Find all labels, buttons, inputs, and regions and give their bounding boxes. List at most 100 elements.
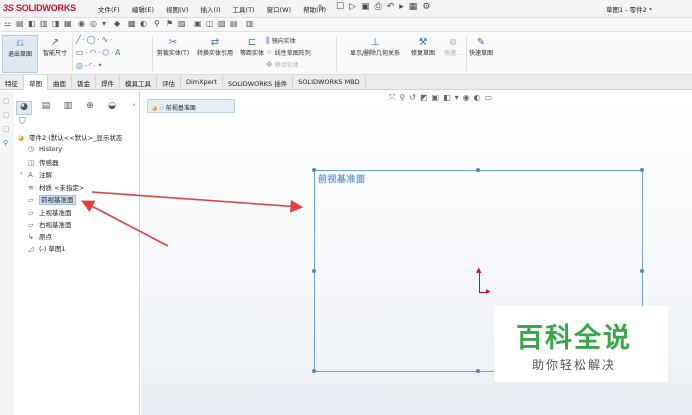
feature-tree-tab-icon[interactable]: ◕ xyxy=(16,101,32,115)
select-icon[interactable]: ▸ xyxy=(399,2,404,12)
filter-icon[interactable]: ⛉ xyxy=(19,117,26,127)
convert-entities-button[interactable]: ⇄ 转换实体引用 xyxy=(192,37,238,57)
view-orientation-icon[interactable]: ▣ xyxy=(432,93,440,103)
tab-features[interactable]: 特征 xyxy=(0,75,24,90)
toolbar-icon-15[interactable]: ▨ xyxy=(178,19,186,28)
plane-handle[interactable] xyxy=(312,369,316,373)
tree-item-sketch1[interactable]: ◿ (-) 草图1 xyxy=(28,243,66,253)
strip-icon-1[interactable]: ▢ xyxy=(3,97,10,105)
tab-surfaces[interactable]: 曲面 xyxy=(48,75,72,90)
tab-sheet-metal[interactable]: 钣金 xyxy=(72,75,96,90)
sketch-line-icon[interactable]: ⚍ xyxy=(4,19,11,28)
strip-icon-3[interactable]: ▢ xyxy=(3,125,10,133)
tab-mbd[interactable]: SOLIDWORKS MBD xyxy=(293,75,366,90)
smart-dimension-button[interactable]: ↗ 智能尺寸 xyxy=(40,37,70,57)
tab-weldments[interactable]: 焊件 xyxy=(96,75,120,90)
plane-handle[interactable] xyxy=(476,369,480,373)
graphics-area[interactable]: ◕ ▱ 前视基准面 ⤧ ⚲ ↺ ◩ ▣ ◧ ▾ ◉ ◐ ▭ 前视基准面 ▲ ▶ 百科… xyxy=(141,91,692,415)
toolbar-icon-11[interactable]: ▩ xyxy=(128,19,136,28)
menu-help[interactable]: 帮助(H) xyxy=(297,4,332,14)
appearance-tab-icon[interactable]: ◒ xyxy=(104,101,120,115)
breadcrumb[interactable]: ◕ ▱ 前视基准面 xyxy=(147,99,235,113)
previous-view-icon[interactable]: ↺ xyxy=(409,93,416,103)
tree-item-history[interactable]: ◷ History xyxy=(28,145,62,153)
save-icon[interactable]: ▣ xyxy=(361,2,370,12)
menu-view[interactable]: 视图(V) xyxy=(160,4,195,14)
toolbar-icon-4[interactable]: ▥ xyxy=(40,19,48,28)
display-style-icon[interactable]: ◧ xyxy=(443,93,451,103)
linear-pattern-button[interactable]: ⁘ 线性草图阵列 xyxy=(266,48,311,57)
section-view-icon[interactable]: ◩ xyxy=(420,93,428,103)
toolbar-icon-19[interactable]: ▤ xyxy=(230,19,238,28)
options-gear-icon[interactable]: ⚙ xyxy=(422,2,430,12)
tree-item-annotations[interactable]: A 注解 xyxy=(28,169,52,179)
move-entities-button[interactable]: ✥ 移动实体 xyxy=(266,60,299,69)
menu-edit[interactable]: 编辑(E) xyxy=(126,4,160,14)
toolbar-icon-16[interactable]: ▣ xyxy=(194,19,202,28)
display-relations-button[interactable]: ⊥ 显示/删除几何关系 xyxy=(342,37,408,57)
configuration-tab-icon[interactable]: ▥ xyxy=(60,101,76,115)
tab-mold-tools[interactable]: 模具工具 xyxy=(120,75,157,90)
tab-evaluate[interactable]: 评估 xyxy=(157,75,181,90)
plane-handle[interactable] xyxy=(640,269,644,273)
toolbar-icon-18[interactable]: ▧ xyxy=(218,19,226,28)
menu-tools[interactable]: 工具(T) xyxy=(227,4,261,14)
toolbar-icon-7[interactable]: ◉ xyxy=(78,19,85,28)
rapid-sketch-button[interactable]: ✎ 快速草图 xyxy=(468,37,494,57)
pin-icon[interactable]: ✎ xyxy=(318,3,325,12)
view-settings-icon[interactable]: ▭ xyxy=(485,93,493,103)
mirror-entities-button[interactable]: ⫼ 镜向实体 xyxy=(266,36,296,46)
tree-item-front-plane[interactable]: ▱ 前视基准面 xyxy=(28,194,76,205)
rect-tool-row[interactable]: ▭ · ◠ · ⬡ · A xyxy=(76,48,123,57)
tree-item-origin[interactable]: ↳ 原点 xyxy=(28,231,52,241)
toolbar-icon-8[interactable]: ◎ xyxy=(90,19,97,28)
toolbar-icon-5[interactable]: ◨ xyxy=(52,19,60,28)
offset-entities-button[interactable]: ⊏ 等距实体 xyxy=(240,37,264,57)
slot-tool-row[interactable]: ◎ · ◜ · • xyxy=(76,61,104,70)
property-manager-tab-icon[interactable]: ▤ xyxy=(38,101,54,115)
tree-item-material[interactable]: ≋ 材质 <未指定> xyxy=(28,182,84,192)
trim-entities-button[interactable]: ✂ 剪裁实体(T) xyxy=(156,37,190,57)
plane-handle[interactable] xyxy=(640,168,644,172)
toolbar-icon-3[interactable]: ◧ xyxy=(28,19,36,28)
print-icon[interactable]: ⎙ xyxy=(375,2,382,12)
zoom-to-fit-icon[interactable]: ⤧ xyxy=(389,93,395,103)
rebuild-icon[interactable]: ▦ xyxy=(409,2,418,12)
tree-item-top-plane[interactable]: ▱ 上视基准面 xyxy=(28,207,72,217)
menu-window[interactable]: 窗口(W) xyxy=(261,4,298,14)
toolbar-icon-14[interactable]: ⚑ xyxy=(166,19,173,28)
toolbar-icon-17[interactable]: ◫ xyxy=(206,19,214,28)
menu-insert[interactable]: 插入(I) xyxy=(195,4,227,14)
expand-annotations-icon[interactable]: › xyxy=(20,170,22,177)
new-document-icon[interactable]: ☐ xyxy=(336,2,344,12)
plane-handle[interactable] xyxy=(312,269,316,273)
tree-item-sensors[interactable]: ◫ 传感器 xyxy=(28,157,59,167)
menu-file[interactable]: 文件(F) xyxy=(92,4,126,14)
expand-panel-icon[interactable]: › xyxy=(126,101,142,115)
tab-sketch[interactable]: 草图 xyxy=(24,75,48,90)
tab-addins[interactable]: SOLIDWORKS 插件 xyxy=(223,75,294,90)
tree-item-right-plane[interactable]: ▱ 右视基准面 xyxy=(28,219,72,229)
toolbar-icon-2[interactable]: ▤ xyxy=(16,19,24,28)
toolbar-icon-12[interactable]: ◐ xyxy=(140,19,147,28)
toolbar-icon-20[interactable]: ▥ xyxy=(246,19,254,28)
plane-handle[interactable] xyxy=(476,168,480,172)
plane-handle[interactable] xyxy=(312,168,316,172)
toolbar-icon-6[interactable]: ▦ xyxy=(64,19,72,28)
toolbar-icon-10[interactable]: ◆ xyxy=(114,19,120,28)
hide-show-icon[interactable]: ▾ xyxy=(455,93,459,103)
toolbar-icon-9[interactable]: ▾ xyxy=(102,19,106,28)
strip-icon-2[interactable]: ▢ xyxy=(3,111,10,119)
exit-sketch-button[interactable]: ⎌ 退出草图 xyxy=(2,35,38,73)
tree-root-part[interactable]: ◕ 零件2 (默认<<默认>_显示状态 xyxy=(18,132,122,142)
undo-icon[interactable]: ↶ xyxy=(387,2,395,12)
quick-snaps-button[interactable]: ⊚ 快速... xyxy=(440,37,466,57)
tab-dimxpert[interactable]: DimXpert xyxy=(181,75,223,90)
strip-icon-4[interactable]: ⚲ xyxy=(3,139,8,147)
scene-icon[interactable]: ◐ xyxy=(474,93,481,103)
zoom-area-icon[interactable]: ⚲ xyxy=(399,93,405,103)
open-icon[interactable]: ▷ xyxy=(349,2,356,12)
dimxpert-tab-icon[interactable]: ⊕ xyxy=(82,101,98,115)
toolbar-icon-13[interactable]: ⚲ xyxy=(154,19,160,28)
line-tool-row[interactable]: ╱ · ◯ · ∿ · xyxy=(76,35,112,44)
